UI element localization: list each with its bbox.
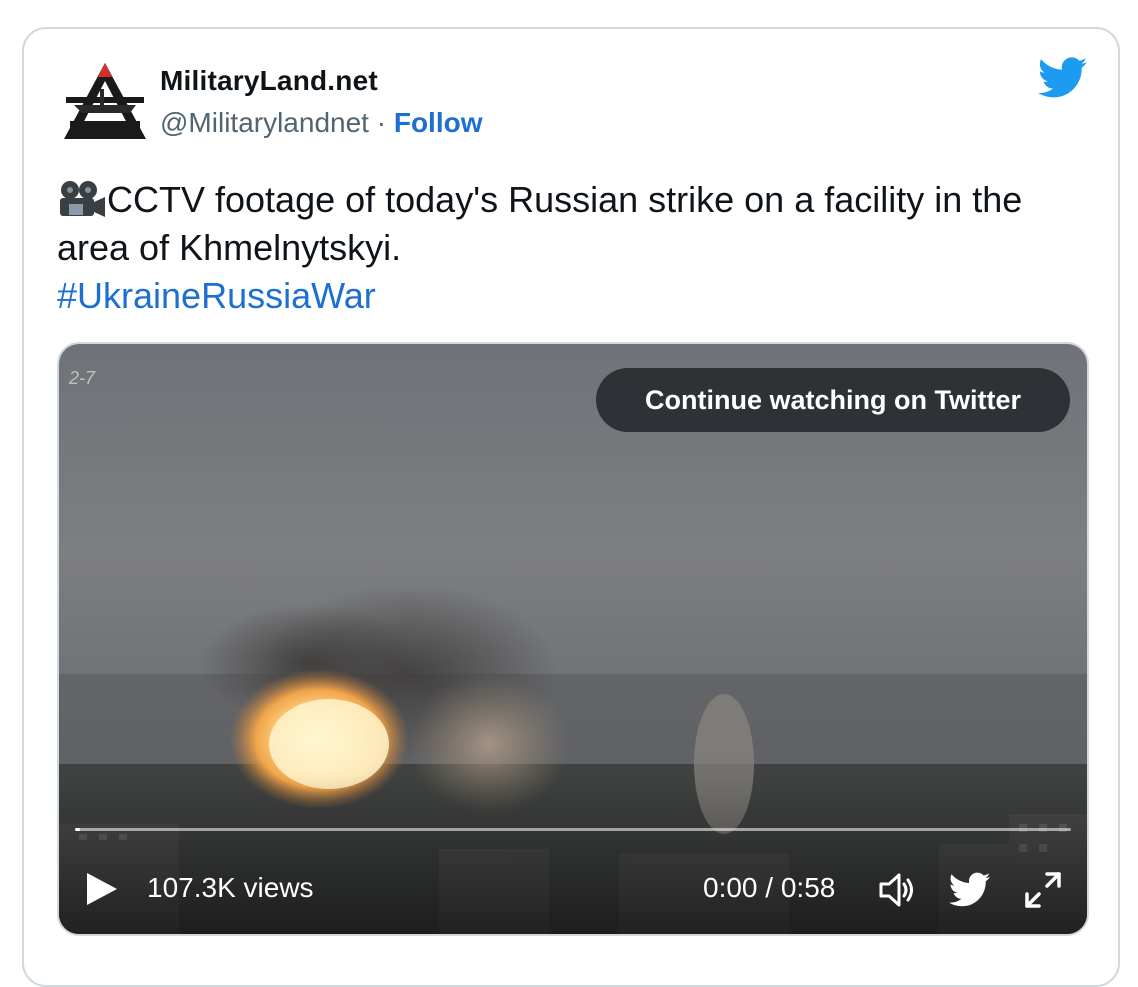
view-count: 107.3K views — [147, 872, 314, 903]
video-timecode: 0:00 / 0:58 — [703, 872, 835, 904]
fullscreen-icon[interactable] — [1023, 870, 1063, 910]
time-current: 0:00 — [703, 872, 758, 903]
camera-timestamp: 2-7 — [69, 368, 96, 388]
tweet-text: CCTV footage of today's Russian strike o… — [57, 176, 1097, 320]
author-avatar[interactable] — [60, 59, 150, 149]
twitter-bird-icon[interactable] — [949, 870, 991, 910]
follow-link[interactable]: Follow — [394, 107, 483, 138]
author-handle[interactable]: @Militarylandnet — [160, 107, 369, 138]
twitter-bird-icon[interactable] — [1038, 57, 1088, 99]
continue-watching-button[interactable]: Continue watching on Twitter — [596, 368, 1070, 432]
tweet-embed-card: MilitaryLand.net @Militarylandnet · Foll… — [22, 27, 1120, 987]
video-frame[interactable] — [59, 344, 1087, 934]
time-separator: / — [757, 872, 781, 903]
video-progress-fill — [75, 828, 80, 831]
volume-icon[interactable] — [877, 870, 917, 910]
video-progress-bar[interactable] — [75, 828, 1071, 831]
video-player[interactable]: 2-7 Continue watching on Twitter 107.3K … — [57, 342, 1089, 936]
handle-separator: · — [368, 107, 394, 138]
tweet-body: CCTV footage of today's Russian strike o… — [57, 179, 1023, 268]
time-total: 0:58 — [780, 872, 836, 903]
author-handle-line: @Militarylandnet · Follow — [160, 107, 483, 139]
play-icon[interactable] — [85, 871, 119, 907]
hashtag-link[interactable]: #UkraineRussiaWar — [57, 272, 1097, 320]
movie-camera-icon — [60, 181, 105, 217]
author-name[interactable]: MilitaryLand.net — [160, 65, 378, 97]
